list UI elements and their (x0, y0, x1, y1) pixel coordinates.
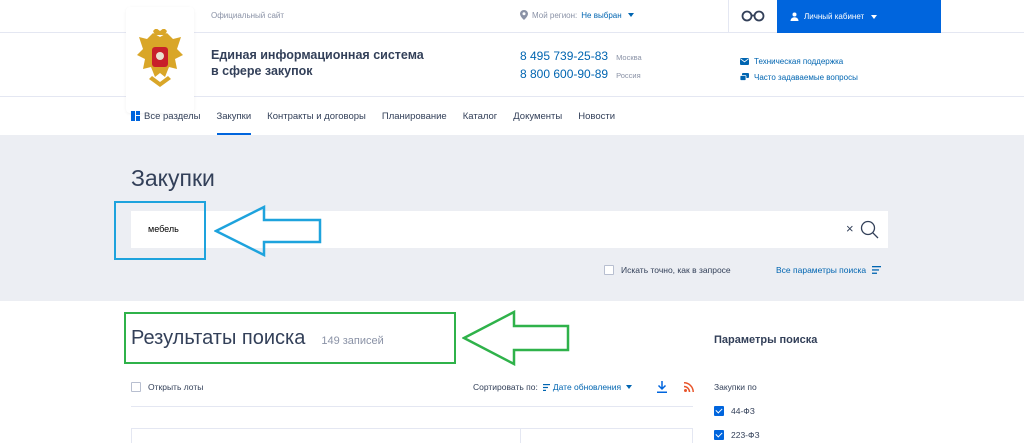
official-site-label: Официальный сайт (211, 11, 285, 20)
nav-item-label: Все разделы (144, 110, 201, 122)
sort-value[interactable]: Дате обновления (542, 382, 633, 392)
page: Официальный сайт Мой регион: Не выбран Л… (0, 0, 1024, 443)
chat-icon (740, 73, 749, 81)
phone-city: Россия (616, 71, 641, 80)
support-links: Техническая поддержка Часто задаваемые в… (740, 53, 858, 85)
nav-item-purchases[interactable]: Закупки (216, 97, 251, 135)
annotation-arrow-green-icon (462, 310, 570, 366)
divider (520, 429, 521, 443)
sort-value-label: Дате обновления (552, 382, 622, 392)
checkbox[interactable] (131, 382, 141, 392)
support-link-label: Часто задаваемые вопросы (754, 72, 858, 82)
support-link-label: Техническая поддержка (754, 56, 844, 66)
nav-item-catalog[interactable]: Каталог (463, 97, 498, 135)
phone-city: Москва (616, 53, 642, 62)
filter-lines-icon (872, 266, 882, 274)
all-params-label: Все параметры поиска (776, 265, 867, 275)
nav-item-all-sections[interactable]: Все разделы (131, 97, 201, 135)
phone-row: 8 800 600-90-89 Россия (520, 67, 642, 85)
checkbox[interactable] (604, 265, 614, 275)
region-value: Не выбран (581, 10, 622, 20)
mail-icon (740, 57, 749, 65)
search-icon[interactable] (860, 220, 880, 240)
open-lots-label: Открыть лоты (148, 382, 204, 392)
filter-label: 44-ФЗ (731, 406, 755, 416)
phone-list: 8 495 739-25-83 Москва 8 800 600-90-89 Р… (520, 49, 642, 85)
support-link-tech[interactable]: Техническая поддержка (740, 53, 858, 69)
glasses-icon[interactable] (741, 8, 765, 24)
cabinet-label: Личный кабинет (804, 12, 865, 21)
region-label: Мой регион: (532, 10, 578, 20)
exact-search-checkbox[interactable]: Искать точно, как в запросе (604, 265, 731, 275)
chevron-down-icon (871, 14, 878, 19)
coat-of-arms-icon (137, 29, 183, 87)
annotation-box-green (124, 312, 456, 364)
sort-label: Сортировать по: (473, 382, 538, 392)
open-lots-checkbox[interactable]: Открыть лоты (131, 382, 203, 392)
clear-icon[interactable]: × (846, 221, 854, 236)
annotation-box-blue (114, 201, 206, 260)
rss-icon[interactable] (684, 382, 694, 392)
phone-row: 8 495 739-25-83 Москва (520, 49, 642, 67)
result-card[interactable] (131, 428, 693, 443)
sort-control[interactable]: Сортировать по: Дате обновления (473, 382, 633, 392)
annotation-arrow-blue-icon (214, 205, 322, 257)
chevron-down-icon (627, 13, 634, 17)
header: Единая информационная система в сфере за… (0, 7, 1024, 113)
main-nav: Все разделы Закупки Контракты и договоры… (0, 97, 1024, 135)
filter-label: 223-ФЗ (731, 430, 760, 440)
page-title: Закупки (131, 165, 215, 191)
all-search-params-link[interactable]: Все параметры поиска (776, 265, 882, 275)
filter-44fz[interactable]: 44-ФЗ (714, 406, 755, 416)
filter-223fz[interactable]: 223-ФЗ (714, 430, 760, 440)
sections-grid-icon (131, 111, 140, 121)
exact-search-label: Искать точно, как в запросе (621, 265, 731, 275)
system-name-line1: Единая информационная система (211, 48, 424, 62)
divider (728, 0, 729, 33)
chevron-down-icon (626, 385, 633, 389)
sort-icon (542, 383, 550, 391)
phone-number[interactable]: 8 495 739-25-83 (520, 49, 608, 63)
nav-item-contracts[interactable]: Контракты и договоры (267, 97, 366, 135)
divider (131, 406, 693, 407)
system-name-line2: в сфере закупок (211, 64, 313, 78)
checkbox-checked[interactable] (714, 406, 724, 416)
nav-item-documents[interactable]: Документы (513, 97, 562, 135)
checkbox-checked[interactable] (714, 430, 724, 440)
user-icon (790, 12, 799, 21)
download-icon[interactable] (657, 381, 667, 393)
region-selector[interactable]: Мой регион: Не выбран (520, 10, 634, 20)
system-name: Единая информационная система в сфере за… (211, 47, 451, 79)
nav-item-news[interactable]: Новости (578, 97, 615, 135)
filter-group-label: Закупки по (714, 382, 757, 392)
personal-cabinet-button[interactable]: Личный кабинет (777, 0, 941, 33)
nav-item-planning[interactable]: Планирование (382, 97, 447, 135)
support-link-faq[interactable]: Часто задаваемые вопросы (740, 69, 858, 85)
phone-number[interactable]: 8 800 600-90-89 (520, 67, 608, 81)
search-params-title: Параметры поиска (714, 334, 818, 346)
location-pin-icon (520, 10, 528, 20)
